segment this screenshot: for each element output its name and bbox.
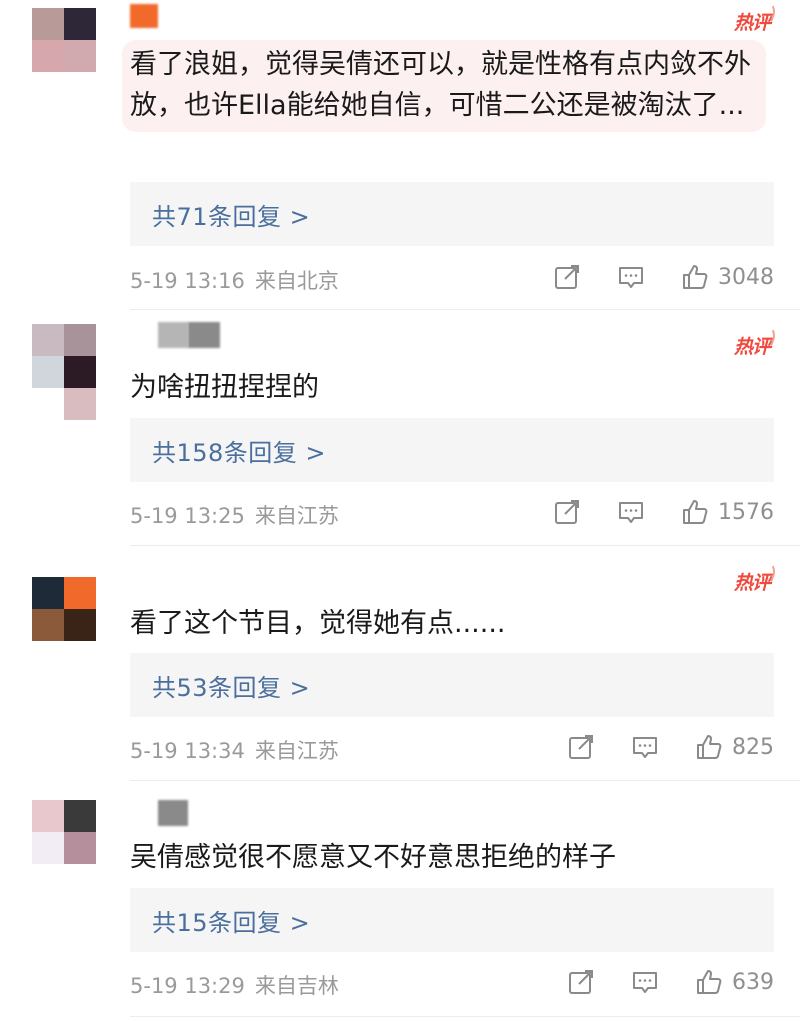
avatar-pixel — [64, 577, 96, 609]
like-count: 639 — [732, 969, 774, 995]
username-mosaic — [130, 4, 158, 28]
comment-location: 来自江苏 — [254, 739, 339, 763]
comment-text: 为啥扭扭捏捏的 — [130, 372, 319, 403]
share-icon[interactable] — [552, 497, 582, 527]
avatar-pixel — [64, 8, 96, 40]
thumbs-up-icon[interactable] — [680, 497, 710, 527]
avatar-pixel — [32, 832, 64, 864]
comment-divider — [130, 545, 800, 546]
avatar-pixel — [32, 609, 64, 641]
like-count: 3048 — [718, 264, 774, 290]
comment-text: 看了这个节目，觉得她有点...... — [130, 608, 506, 639]
comment-actions: 3048 — [518, 262, 774, 292]
comment-location: 来自北京 — [254, 269, 339, 293]
username[interactable] — [130, 808, 270, 830]
reply-count-link[interactable]: 共71条回复 > — [152, 197, 310, 232]
comment-date: 5-19 13:34 — [130, 739, 245, 763]
avatar-pixel — [64, 388, 96, 420]
hot-comment-badge: 热评 — [734, 332, 771, 359]
avatar[interactable] — [32, 800, 96, 864]
username[interactable] — [164, 6, 304, 28]
reply-count-link[interactable]: 共15条回复 > — [152, 903, 310, 938]
comment-text: 看了浪姐，觉得吴倩还可以，就是性格有点内敛不外放，也许Ella能给她自信，可惜二… — [122, 40, 766, 132]
like-count: 1576 — [718, 499, 774, 525]
comment-divider — [130, 1016, 800, 1017]
username[interactable] — [130, 338, 270, 360]
avatar-pixel — [32, 800, 64, 832]
thumbs-up-icon[interactable] — [694, 967, 724, 997]
avatar[interactable] — [32, 577, 96, 641]
avatar-pixel — [64, 832, 96, 864]
avatar-pixel — [64, 40, 96, 72]
avatar-pixel — [64, 356, 96, 388]
thumbs-up-icon[interactable] — [694, 732, 724, 762]
hot-comment-badge: 热评 — [734, 8, 771, 35]
share-icon[interactable] — [566, 967, 596, 997]
comment-meta: 5-19 13:25 来自江苏 — [130, 500, 339, 530]
like-count: 825 — [732, 734, 774, 760]
avatar-pixel — [32, 577, 64, 609]
comment-actions: 825 — [532, 732, 774, 762]
comment-location: 来自吉林 — [254, 974, 339, 998]
comment-meta: 5-19 13:34 来自江苏 — [130, 735, 339, 765]
avatar-pixel — [32, 388, 64, 420]
comment-icon[interactable] — [616, 497, 646, 527]
avatar-pixel — [64, 324, 96, 356]
comment-actions: 639 — [532, 967, 774, 997]
comment-location: 来自江苏 — [254, 504, 339, 528]
hot-comment-badge: 热评 — [734, 568, 771, 595]
comment-date: 5-19 13:29 — [130, 974, 245, 998]
share-icon[interactable] — [552, 262, 582, 292]
share-icon[interactable] — [566, 732, 596, 762]
avatar-pixel — [32, 356, 64, 388]
reply-box[interactable]: 共53条回复 > — [130, 653, 774, 717]
reply-count-link[interactable]: 共53条回复 > — [152, 668, 310, 703]
comment-icon[interactable] — [616, 262, 646, 292]
avatar-pixel — [32, 324, 64, 356]
comment-icon[interactable] — [630, 732, 660, 762]
comment-icon[interactable] — [630, 967, 660, 997]
comment-divider — [130, 309, 800, 310]
thumbs-up-icon[interactable] — [680, 262, 710, 292]
reply-box[interactable]: 共158条回复 > — [130, 418, 774, 482]
reply-count-link[interactable]: 共158条回复 > — [152, 433, 326, 468]
comment-meta: 5-19 13:29 来自吉林 — [130, 970, 339, 1000]
comment-actions: 1576 — [518, 497, 774, 527]
avatar-pixel — [64, 800, 96, 832]
comment-date: 5-19 13:25 — [130, 504, 245, 528]
avatar-pixel — [32, 8, 64, 40]
username[interactable] — [130, 570, 320, 592]
avatar-pixel — [32, 40, 64, 72]
avatar[interactable] — [32, 324, 96, 420]
avatar[interactable] — [32, 8, 96, 72]
comment-date: 5-19 13:16 — [130, 269, 245, 293]
comment-meta: 5-19 13:16 来自北京 — [130, 265, 339, 295]
comment-divider — [130, 780, 800, 781]
reply-box[interactable]: 共71条回复 > — [130, 182, 774, 246]
avatar-pixel — [64, 609, 96, 641]
reply-box[interactable]: 共15条回复 > — [130, 888, 774, 952]
comment-text: 吴倩感觉很不愿意又不好意思拒绝的样子 — [130, 842, 616, 873]
